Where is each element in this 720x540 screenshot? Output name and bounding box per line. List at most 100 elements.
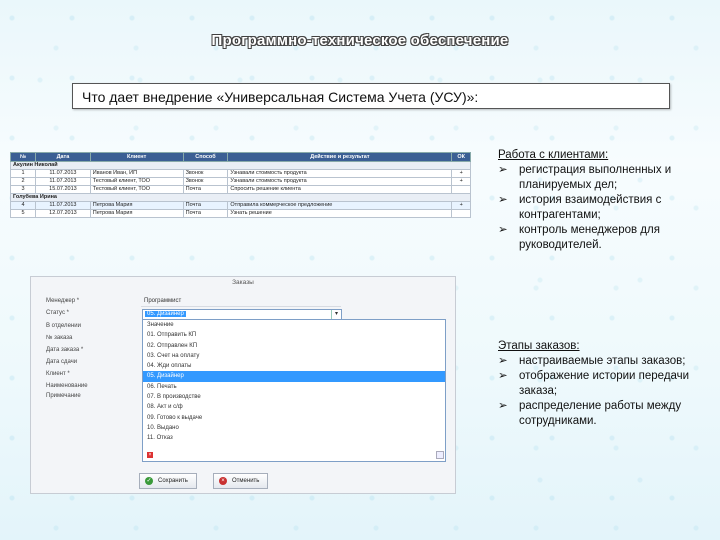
manager-field[interactable]: Программист <box>144 298 181 304</box>
activities-table: № Дата Клиент Способ Действие и результа… <box>9 152 471 218</box>
dropdown-option[interactable]: 02. Отправлен КП <box>143 341 445 351</box>
dropdown-option[interactable]: 07. В производстве <box>143 392 445 402</box>
group-name: Акулин Николай <box>10 161 471 170</box>
label-branch: В отделении <box>46 323 81 329</box>
cell-client: Иванов Иван, ИП <box>89 169 184 178</box>
cell-method: Звонок <box>182 177 229 186</box>
group-name: Голубева Ирина <box>10 193 471 202</box>
field-underline <box>141 306 341 307</box>
label-client: Клиент * <box>46 371 70 377</box>
arrow-bullet-icon: ➢ <box>498 164 508 176</box>
cell-number: 1 <box>9 169 37 178</box>
subtitle-text: Что дает внедрение «Универсальная Систем… <box>82 89 479 105</box>
dropdown-option[interactable]: 06. Печать <box>143 382 445 392</box>
cancel-label: Отменить <box>232 478 260 484</box>
cancel-button[interactable]: × Отменить <box>213 473 269 489</box>
table-row[interactable]: 1 11.07.2013 Иванов Иван, ИП Звонок Узна… <box>9 169 471 178</box>
orders-item: ➢ отображение истории передачи заказа; <box>498 370 690 397</box>
orders-heading: Этапы заказов: <box>498 340 580 352</box>
col-ok[interactable]: ОК <box>451 152 471 162</box>
close-icon[interactable]: × <box>147 452 153 458</box>
cell-method: Звонок <box>182 169 229 178</box>
col-method[interactable]: Способ <box>182 152 229 162</box>
orders-dialog: Заказы Менеджер * Статус * В отделении №… <box>30 276 456 494</box>
arrow-bullet-icon: ➢ <box>498 400 508 412</box>
col-action[interactable]: Действие и результат <box>227 152 453 162</box>
clients-heading: Работа с клиентами: <box>498 149 609 161</box>
cell-date: 11.07.2013 <box>35 201 91 210</box>
dropdown-option[interactable]: 01. Отправить КП <box>143 330 445 340</box>
dropdown-option[interactable]: Значение <box>143 320 445 330</box>
orders-item: ➢ распределение работы между сотрудниками… <box>498 400 682 427</box>
save-label: Сохранить <box>158 478 188 484</box>
cell-date: 11.07.2013 <box>35 177 91 186</box>
arrow-bullet-icon: ➢ <box>498 355 508 367</box>
label-due-date: Дата сдачи <box>46 359 78 365</box>
label-name: Наименование <box>46 383 88 389</box>
orders-block: Этапы заказов: ➢ настраиваемые этапы зака… <box>498 339 718 429</box>
cell-method: Почта <box>182 209 229 218</box>
cell-date: 11.07.2013 <box>35 169 91 178</box>
resize-handle-icon[interactable] <box>436 451 444 459</box>
cell-date: 12.07.2013 <box>35 209 91 218</box>
slide-title: Программно-техническое обеспечение <box>211 32 509 49</box>
table-row[interactable]: 4 11.07.2013 Петрова Мария Почта Отправи… <box>9 201 471 210</box>
label-order-number: № заказа <box>46 335 73 341</box>
cell-action: Спросить решение клиента <box>227 185 453 194</box>
clients-block: Работа с клиентами: ➢ регистрация выполне… <box>498 148 718 253</box>
check-icon: ✓ <box>145 477 153 485</box>
orders-item: ➢ настраиваемые этапы заказов; <box>498 355 686 367</box>
label-order-date: Дата заказа * <box>46 347 84 353</box>
dropdown-option-selected[interactable]: 05. Дизайнер <box>143 371 445 382</box>
cell-number: 2 <box>9 177 37 186</box>
arrow-bullet-icon: ➢ <box>498 370 508 382</box>
table-header-row: № Дата Клиент Способ Действие и результа… <box>9 152 471 162</box>
status-selected-value: 05. Дизайнер <box>145 311 186 317</box>
col-number[interactable]: № <box>9 152 37 162</box>
cell-client: Тестовый клиент, ТОО <box>89 177 184 186</box>
dropdown-option[interactable]: 09. Готово к выдаче <box>143 413 445 423</box>
cell-method: Почта <box>182 201 229 210</box>
clients-item: ➢ история взаимодействия с контрагентами; <box>498 194 662 221</box>
dropdown-option[interactable]: 03. Счет на оплату <box>143 351 445 361</box>
arrow-bullet-icon: ➢ <box>498 194 508 206</box>
subtitle-box: Что дает внедрение «Универсальная Систем… <box>72 83 670 109</box>
cell-action: Узнавали стоимость продукта <box>227 177 453 186</box>
cell-client: Петрова Мария <box>89 209 184 218</box>
dialog-title: Заказы <box>232 279 254 286</box>
cell-client: Петрова Мария <box>89 201 184 210</box>
cell-ok <box>451 209 471 218</box>
table-row[interactable]: 2 11.07.2013 Тестовый клиент, ТОО Звонок… <box>9 177 471 186</box>
label-note: Примечание <box>46 393 81 399</box>
cancel-icon: × <box>219 477 227 485</box>
cell-action: Узнавали стоимость продукта <box>227 169 453 178</box>
chevron-down-icon[interactable]: ▾ <box>331 310 341 319</box>
table-group-row[interactable]: Акулин Николай <box>10 161 471 170</box>
cell-date: 15.07.2013 <box>35 185 91 194</box>
cell-method: Почта <box>182 185 229 194</box>
label-manager: Менеджер * <box>46 298 80 304</box>
dropdown-option[interactable]: 08. Акт и с/ф <box>143 402 445 412</box>
table-row[interactable]: 3 15.07.2013 Тестовый клиент, ТОО Почта … <box>9 185 471 194</box>
table-row[interactable]: 5 12.07.2013 Петрова Мария Почта Узнать … <box>9 209 471 218</box>
cell-ok: + <box>451 169 471 178</box>
dropdown-option[interactable]: 10. Выдано <box>143 423 445 433</box>
cell-number: 4 <box>9 201 37 210</box>
cell-number: 3 <box>9 185 37 194</box>
cell-action: Отправила коммерческое предложение <box>227 201 453 210</box>
cell-number: 5 <box>9 209 37 218</box>
dropdown-option[interactable]: 04. Жди оплаты <box>143 361 445 371</box>
arrow-bullet-icon: ➢ <box>498 224 508 236</box>
cell-action: Узнать решение <box>227 209 453 218</box>
dropdown-option[interactable]: 11. Отказ <box>143 433 445 443</box>
save-button[interactable]: ✓ Сохранить <box>139 473 197 489</box>
clients-item: ➢ регистрация выполненных и планируемых д… <box>498 164 672 191</box>
col-date[interactable]: Дата <box>35 152 91 162</box>
table-group-row[interactable]: Голубева Ирина <box>10 193 471 202</box>
status-dropdown-list: Значение 01. Отправить КП 02. Отправлен … <box>142 319 446 462</box>
cell-ok <box>451 185 471 194</box>
clients-item: ➢ контроль менеджеров для руководителей. <box>498 224 660 251</box>
cell-ok: + <box>451 177 471 186</box>
cell-client: Тестовый клиент, ТОО <box>89 185 184 194</box>
col-client[interactable]: Клиент <box>89 152 184 162</box>
